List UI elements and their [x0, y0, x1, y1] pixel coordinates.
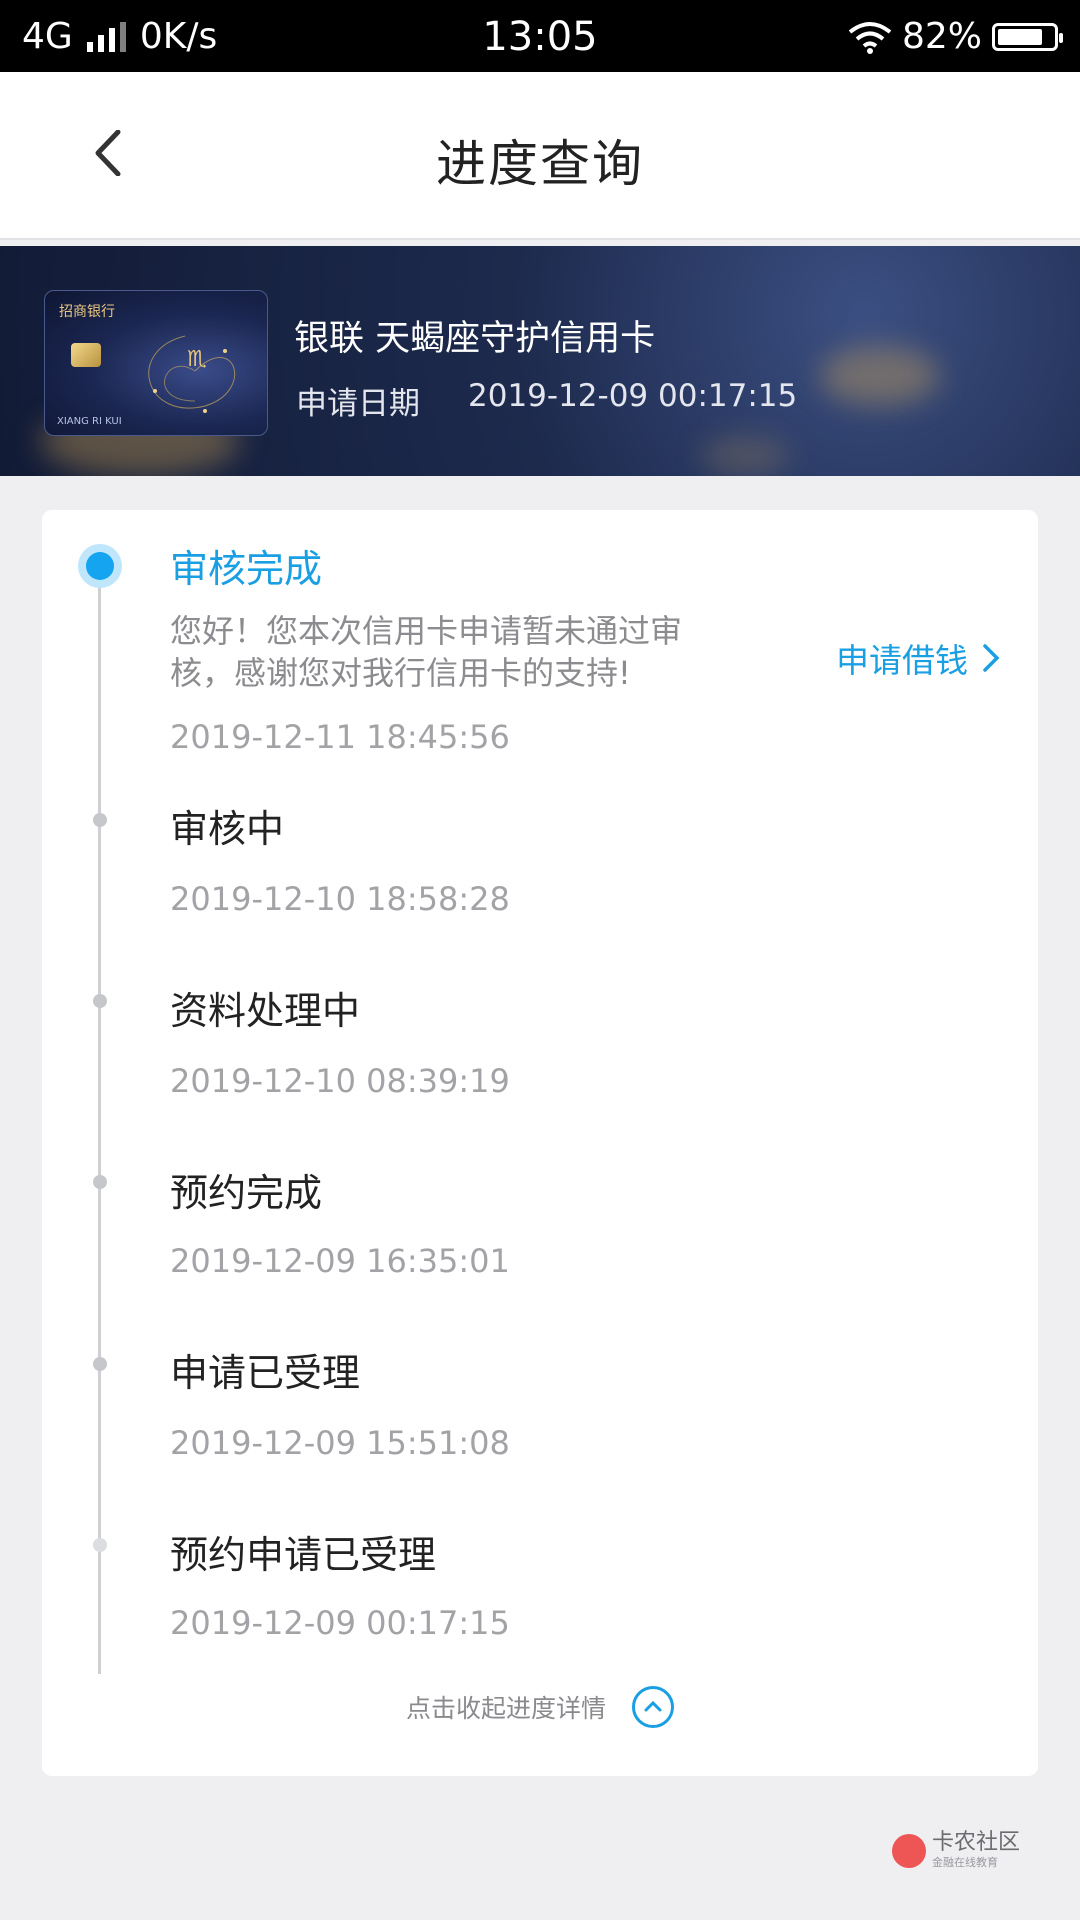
card-chip-icon	[71, 343, 101, 367]
apply-loan-link[interactable]: 申请借钱	[836, 634, 1000, 682]
step-title: 申请已受理	[170, 1351, 361, 1395]
active-step-time: 2019-12-11 18:45:56	[170, 718, 510, 756]
step-title: 预约完成	[170, 1171, 323, 1215]
app-header: 进度查询	[0, 72, 1080, 240]
timeline-dot	[93, 813, 107, 827]
chevron-up-circle-icon	[632, 1686, 674, 1728]
wifi-icon	[848, 21, 892, 54]
chevron-right-icon	[983, 644, 1000, 672]
step-time: 2019-12-09 15:51:08	[170, 1424, 510, 1462]
watermark-name: 卡农社区	[931, 1830, 1020, 1855]
apply-date-label: 申请日期	[296, 386, 420, 422]
watermark-logo-icon	[891, 1834, 926, 1868]
step-time: 2019-12-10 08:39:19	[170, 1062, 510, 1100]
timeline-line	[98, 566, 101, 1674]
status-bar: 4G 0K/s 13:05 82%	[0, 0, 1080, 72]
timeline-active-dot	[78, 544, 122, 588]
status-right: 82%	[848, 16, 1063, 57]
card-footer-text: XIANG RI KUI	[57, 416, 122, 427]
timeline-dot	[93, 1357, 107, 1371]
collapse-details-label: 点击收起进度详情	[405, 1694, 606, 1723]
apply-loan-label: 申请借钱	[836, 641, 968, 680]
active-step-title: 审核完成	[170, 547, 323, 591]
credit-card-image: 招商银行 ♏ XIANG RI KUI	[44, 290, 268, 436]
page-title: 进度查询	[436, 135, 644, 193]
battery-percent: 82%	[901, 16, 982, 57]
card-swirl-decoration	[148, 335, 236, 413]
progress-panel	[42, 510, 1038, 1776]
battery-icon	[992, 22, 1063, 51]
card-name: 银联 天蝎座守护信用卡	[294, 319, 656, 359]
apply-date-value: 2019-12-09 00:17:15	[468, 378, 798, 414]
timeline-dot	[93, 1538, 107, 1552]
collapse-details-button[interactable]: 点击收起进度详情	[0, 1686, 1080, 1728]
watermark-slogan: 金融在线教育	[931, 1856, 998, 1869]
watermark: 卡农社区 金融在线教育	[891, 1830, 1020, 1870]
timeline-dot	[93, 1175, 107, 1189]
step-title: 资料处理中	[170, 989, 361, 1033]
card-banner: 招商银行 ♏ XIANG RI KUI 银联 天蝎座守护信用卡 申请日期 201…	[0, 246, 1080, 476]
step-time: 2019-12-09 16:35:01	[170, 1242, 510, 1280]
active-step-description: 您好！您本次信用卡申请暂未通过审核，感谢您对我行信用卡的支持!	[170, 612, 683, 692]
step-time: 2019-12-09 00:17:15	[170, 1604, 510, 1642]
timeline-dot	[93, 994, 107, 1008]
step-time: 2019-12-10 18:58:28	[170, 880, 510, 918]
step-title: 审核中	[170, 807, 285, 851]
step-title: 预约申请已受理	[170, 1533, 437, 1577]
